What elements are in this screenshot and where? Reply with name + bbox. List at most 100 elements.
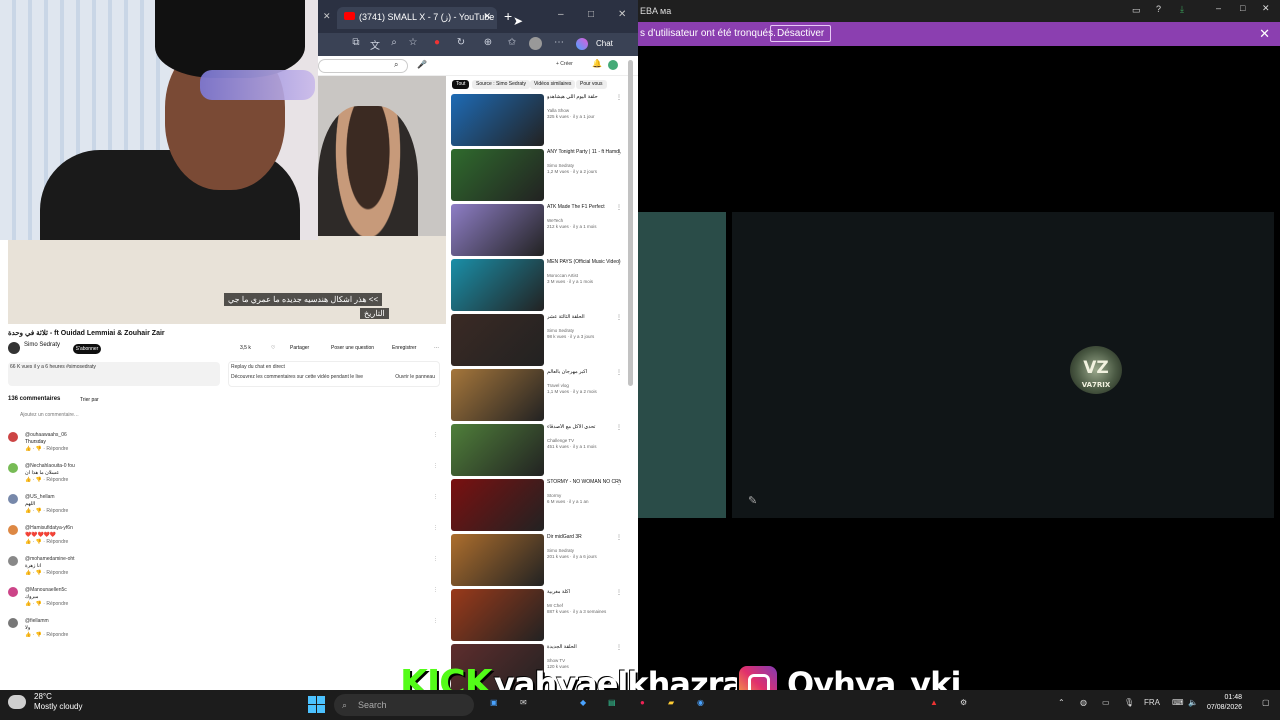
- chip-source[interactable]: Source : Simo Sedraty: [472, 80, 531, 89]
- comment-avatar[interactable]: [8, 494, 18, 504]
- tray-app-icon-2[interactable]: ▭: [1102, 698, 1110, 707]
- tab-youtube[interactable]: (3741) SMALL X - 7 (ز) - YouTube ✕: [337, 7, 497, 29]
- new-tab-icon[interactable]: +: [504, 8, 512, 24]
- rec-channel[interactable]: Mr Chef: [547, 603, 563, 608]
- rec-menu-icon[interactable]: ⋮: [616, 204, 622, 211]
- rec-channel[interactable]: Simo Sedraty: [547, 163, 574, 168]
- app-icon-7[interactable]: ◉: [697, 698, 704, 707]
- rec-title[interactable]: أكبر مهرجان بالعالم: [547, 369, 621, 375]
- rec-title[interactable]: أكلة مغربية: [547, 589, 621, 595]
- recommended-video[interactable]: أكلة مغربية Mr Chef 887 k vues · il y a 3 …: [451, 589, 631, 641]
- create-button[interactable]: + Créer: [556, 61, 573, 67]
- comment-actions[interactable]: 👍 · 👎 · Répondre: [25, 446, 68, 452]
- video-thumbnail[interactable]: [451, 149, 544, 201]
- close-prev-tab-icon[interactable]: ✕: [323, 11, 331, 22]
- help-icon[interactable]: ?: [1156, 4, 1161, 14]
- close-banner-icon[interactable]: ✕: [1259, 26, 1270, 42]
- add-comment-input[interactable]: Ajoutez un commentaire…: [20, 412, 79, 418]
- translate-icon[interactable]: 文: [369, 37, 381, 52]
- notifications-icon[interactable]: ▢: [1262, 698, 1270, 707]
- ask-button[interactable]: Poser une question: [331, 345, 374, 351]
- video-thumbnail[interactable]: [451, 424, 544, 476]
- rec-channel[interactable]: Simo Sedraty: [547, 548, 574, 553]
- inbox-icon[interactable]: ▭: [1132, 5, 1141, 16]
- comment-avatar[interactable]: [8, 525, 18, 535]
- video-thumbnail[interactable]: [451, 369, 544, 421]
- rec-title[interactable]: الحلقة الثالثة عشر: [547, 314, 621, 320]
- rec-title[interactable]: MEN PAYS (Official Music Video): [547, 259, 621, 265]
- comment-author[interactable]: @mohamedamine-oht: [25, 556, 75, 562]
- recommended-video[interactable]: Dir midGard 3R Simo Sedraty 201 k vues · i…: [451, 534, 631, 586]
- more-actions-icon[interactable]: ⋯: [434, 345, 439, 351]
- recommended-video[interactable]: STORMY - NO WOMAN NO CRY (VISUALIZER) Sto…: [451, 479, 631, 531]
- share-button[interactable]: Partager: [290, 345, 309, 351]
- rec-menu-icon[interactable]: ⋮: [616, 479, 622, 486]
- rec-menu-icon[interactable]: ⋮: [616, 149, 622, 156]
- split-icon[interactable]: ⧉: [350, 37, 362, 49]
- app-icon-9[interactable]: ⚙: [960, 698, 967, 707]
- recommended-video[interactable]: حلقة اليوم اللي هيشاهدو Yalla Show 325 k v…: [451, 94, 631, 146]
- rec-menu-icon[interactable]: ⋮: [616, 644, 622, 651]
- rec-menu-icon[interactable]: ⋮: [616, 424, 622, 431]
- rec-channel[interactable]: Moroccan Artist: [547, 273, 578, 278]
- rec-menu-icon[interactable]: ⋮: [616, 589, 622, 596]
- chip-all[interactable]: Tout: [452, 80, 470, 89]
- rec-channel[interactable]: Show TV: [547, 658, 565, 663]
- maximize-browser-icon[interactable]: □: [588, 9, 594, 20]
- video-tile-main[interactable]: VZ VA7RIX ✎: [732, 212, 1274, 518]
- comment-menu-icon[interactable]: ⋮: [433, 618, 438, 624]
- comment-author[interactable]: @fiellamm: [25, 618, 49, 624]
- rec-menu-icon[interactable]: ⋮: [616, 369, 622, 376]
- rec-channel[interactable]: Simo Sedraty: [547, 328, 574, 333]
- copilot-icon[interactable]: [576, 38, 588, 50]
- close-icon[interactable]: ✕: [1262, 3, 1270, 14]
- weather-widget[interactable]: 28°C Mostly cloudy: [8, 692, 82, 712]
- app-icon-8[interactable]: ▲: [930, 698, 938, 707]
- zoom-icon[interactable]: ⌕: [388, 37, 400, 49]
- rec-title[interactable]: STORMY - NO WOMAN NO CRY (VISUALIZER): [547, 479, 621, 485]
- video-thumbnail[interactable]: [451, 314, 544, 366]
- comment-avatar[interactable]: [8, 432, 18, 442]
- rec-channel[interactable]: Yalla Show: [547, 108, 569, 113]
- comment-avatar[interactable]: [8, 463, 18, 473]
- app-icon-3[interactable]: ◆: [580, 698, 586, 707]
- extension-icon[interactable]: ●: [431, 37, 443, 49]
- video-thumbnail[interactable]: [451, 589, 544, 641]
- rec-title[interactable]: حلقة اليوم اللي هيشاهدو: [547, 94, 621, 100]
- recommended-video[interactable]: MEN PAYS (Official Music Video) Moroccan …: [451, 259, 631, 311]
- app-icon-4[interactable]: ▤: [608, 698, 616, 707]
- recommended-video[interactable]: الحلقة الثالثة عشر Simo Sedraty 98 k vues …: [451, 314, 631, 366]
- tray-chevron-icon[interactable]: ⌃: [1058, 698, 1065, 707]
- close-tab-icon[interactable]: ✕: [483, 11, 491, 22]
- channel-name[interactable]: Simo Sedraty: [24, 342, 60, 348]
- volume-icon[interactable]: 🔈: [1188, 698, 1198, 707]
- video-tile-left[interactable]: [638, 212, 726, 518]
- copilot-label[interactable]: Chat: [596, 39, 613, 48]
- chip-similar[interactable]: Vidéos similaires: [530, 80, 576, 89]
- tray-app-icon[interactable]: ◍: [1080, 698, 1087, 707]
- comment-author[interactable]: @US_hellam: [25, 494, 55, 500]
- comment-actions[interactable]: 👍 · 👎 · Répondre: [25, 477, 68, 483]
- disable-button[interactable]: Désactiver: [770, 25, 832, 42]
- account-avatar[interactable]: [608, 60, 618, 70]
- app-icon-2[interactable]: ✉: [520, 698, 527, 707]
- sort-button[interactable]: Trier par: [80, 397, 99, 403]
- app-icon-6[interactable]: ▰: [668, 698, 674, 707]
- language-indicator[interactable]: FRA: [1144, 698, 1160, 707]
- open-chat-button[interactable]: Ouvrir le panneau: [395, 374, 435, 380]
- notifications-icon[interactable]: 🔔: [592, 59, 602, 68]
- comment-avatar[interactable]: [8, 587, 18, 597]
- rec-menu-icon[interactable]: ⋮: [616, 94, 622, 101]
- rec-channel[interactable]: Travel vlog: [547, 383, 569, 388]
- video-thumbnail[interactable]: [451, 94, 544, 146]
- video-description[interactable]: 66 K vues il y a 6 heures #simosedraty: [8, 362, 220, 386]
- more-icon[interactable]: ⋯: [553, 37, 565, 49]
- video-thumbnail[interactable]: [451, 534, 544, 586]
- rec-title[interactable]: ANY Tonight Party | 11 - ft Hamdi, Alfha…: [547, 149, 621, 155]
- network-icon[interactable]: ⌨: [1172, 698, 1184, 707]
- rec-title[interactable]: ATK Made The F1 Perfect: [547, 204, 621, 210]
- recommended-video[interactable]: تحدي الأكل مع الأصدقاء Challenge TV 451 k …: [451, 424, 631, 476]
- video-thumbnail[interactable]: [451, 259, 544, 311]
- start-button[interactable]: [308, 696, 326, 714]
- rec-menu-icon[interactable]: ⋮: [616, 314, 622, 321]
